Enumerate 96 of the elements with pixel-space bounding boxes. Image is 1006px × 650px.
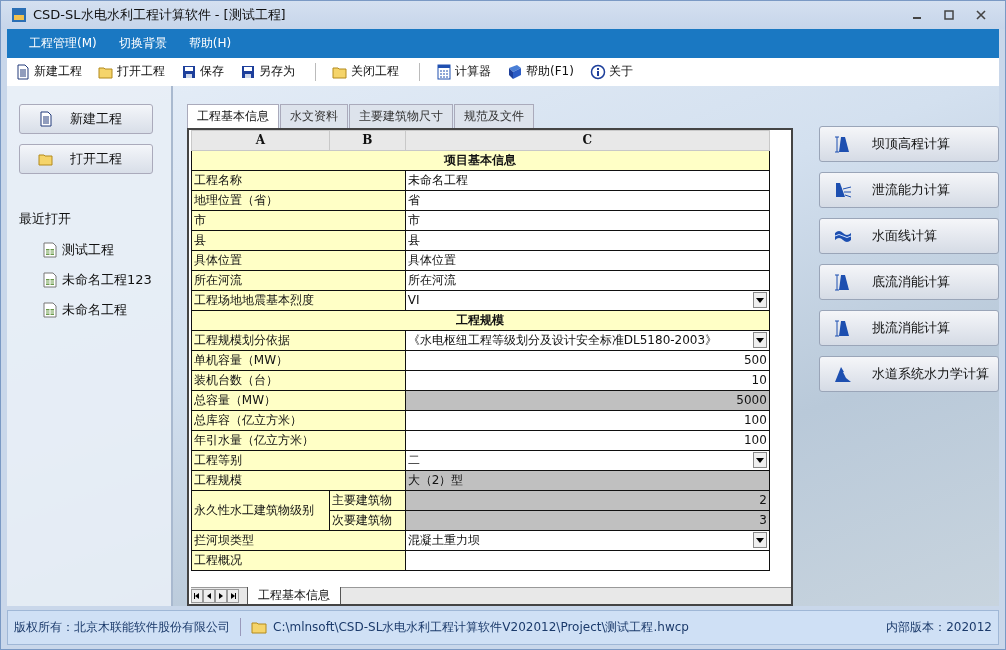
sheet-tab[interactable]: 工程基本信息 (246, 587, 341, 605)
folder-icon (251, 620, 267, 635)
table-cell: 所在河流 (191, 270, 406, 291)
table-cell[interactable]: 2 (405, 490, 770, 511)
table-cell[interactable]: 3 (405, 510, 770, 531)
toolbar-button[interactable]: 帮助(F1) (501, 61, 580, 83)
table-cell: 工程名称 (191, 170, 406, 191)
table-cell[interactable]: 5000 (405, 390, 770, 411)
table-cell: 总容量（MW） (191, 390, 406, 411)
table-cell[interactable]: 100 (405, 410, 770, 431)
dropdown-cell[interactable]: VI (405, 290, 770, 311)
file-path: C:\mlnsoft\CSD-SL水电水利工程计算软件V202012\Project\测试工程.hwcp (273, 618, 690, 636)
tab[interactable]: 主要建筑物尺寸 (348, 103, 453, 128)
table-cell: 市 (191, 210, 406, 231)
table-cell: 工程概况 (191, 550, 406, 571)
table-cell: 工程等别 (191, 450, 406, 471)
tab[interactable]: 规范及文件 (453, 103, 534, 128)
section-header: 工程规模 (191, 310, 770, 331)
calculation-button[interactable]: 底流消能计算 (819, 263, 999, 300)
app-icon (11, 6, 27, 23)
close-icon[interactable] (975, 8, 987, 21)
toolbar-button[interactable]: 新建工程 (9, 61, 88, 83)
recent-heading: 最近打开 (19, 209, 72, 228)
table-cell: 工程场地地震基本烈度 (191, 290, 406, 311)
sidebar-button[interactable]: 新建工程 (19, 103, 153, 134)
calculation-button[interactable]: 水面线计算 (819, 217, 999, 254)
table-cell: 工程规模划分依据 (191, 330, 406, 351)
menu-item[interactable]: 切换背景 (110, 32, 175, 54)
recent-file-item[interactable]: 未命名工程123 (43, 271, 171, 288)
table-cell[interactable] (405, 550, 770, 571)
sheet-nav-icon[interactable] (214, 588, 227, 603)
table-cell: 工程规模 (191, 470, 406, 491)
sheet-nav-icon[interactable] (190, 588, 203, 603)
save-icon (240, 63, 256, 80)
column-header: C (405, 130, 770, 151)
table-cell[interactable]: 100 (405, 430, 770, 451)
menu-item[interactable]: 帮助(H) (180, 32, 240, 54)
sheet-nav-icon[interactable] (202, 588, 215, 603)
table-cell: 年引水量（亿立方米） (191, 430, 406, 451)
column-header: A (191, 130, 330, 151)
spillway-icon (834, 180, 852, 199)
table-cell[interactable]: 10 (405, 370, 770, 391)
spreadsheet-file-icon (43, 241, 57, 258)
table-cell[interactable]: 所在河流 (405, 270, 770, 291)
toolbar-button[interactable]: 保存 (175, 61, 230, 83)
table-cell: 单机容量（MW） (191, 350, 406, 371)
tab[interactable]: 水文资料 (279, 103, 348, 128)
cell-value: 《水电枢纽工程等级划分及设计安全标准DL5180-2003》 (407, 331, 718, 349)
spreadsheet-file-icon (43, 271, 57, 288)
recent-file-item[interactable]: 测试工程 (43, 241, 171, 258)
dropdown-cell[interactable]: 混凝土重力坝 (405, 530, 770, 551)
cell-value: 二 (407, 451, 420, 469)
toolbar-button[interactable]: 关闭工程 (326, 61, 405, 83)
menu-item[interactable]: 工程管理(M) (21, 32, 105, 54)
tab[interactable]: 工程基本信息 (186, 103, 279, 128)
info-icon (589, 63, 606, 80)
dropdown-cell[interactable]: 《水电枢纽工程等级划分及设计安全标准DL5180-2003》 (405, 330, 770, 351)
table-cell[interactable]: 未命名工程 (405, 170, 770, 191)
calculation-button[interactable]: 挑流消能计算 (819, 309, 999, 346)
maximize-icon[interactable] (943, 8, 955, 21)
table-cell: 永久性水工建筑物级别 (191, 490, 330, 531)
table-cell: 装机台数（台） (191, 370, 406, 391)
table-cell[interactable]: 县 (405, 230, 770, 251)
table-cell: 县 (191, 230, 406, 251)
calculator-icon (436, 63, 452, 80)
version-text: 内部版本：202012 (886, 618, 992, 636)
table-cell: 具体位置 (191, 250, 406, 271)
table-cell[interactable]: 大（2）型 (405, 470, 770, 491)
toolbar-button[interactable]: 另存为 (234, 61, 301, 83)
table-cell[interactable]: 省 (405, 190, 770, 211)
copyright-text: 版权所有：北京木联能软件股份有限公司 (14, 618, 230, 636)
spreadsheet-file-icon (43, 301, 57, 318)
table-cell[interactable]: 500 (405, 350, 770, 371)
table-cell: 地理位置（省） (191, 190, 406, 211)
document-icon (15, 63, 31, 80)
column-header: B (329, 130, 406, 151)
table-cell[interactable]: 具体位置 (405, 250, 770, 271)
cell-value: 混凝土重力坝 (407, 531, 480, 549)
toolbar-button[interactable]: 计算器 (430, 61, 497, 83)
sheet-nav-icon[interactable] (226, 588, 239, 603)
dropdown-cell[interactable]: 二 (405, 450, 770, 471)
toolbar-button[interactable]: 关于 (583, 61, 639, 83)
table-cell: 总库容（亿立方米） (191, 410, 406, 431)
toolbar-button[interactable]: 打开工程 (92, 61, 171, 83)
save-icon (181, 63, 197, 80)
calculation-button[interactable]: 坝顶高程计算 (819, 125, 999, 162)
document-icon (38, 110, 54, 127)
table-cell[interactable]: 市 (405, 210, 770, 231)
window-title: CSD-SL水电水利工程计算软件 - [测试工程] (33, 5, 287, 24)
cell-value: VI (407, 293, 420, 308)
table-cell: 拦河坝类型 (191, 530, 406, 551)
calculation-button[interactable]: 水道系统水力学计算 (819, 355, 999, 392)
recent-file-item[interactable]: 未命名工程 (43, 301, 171, 318)
section-header: 项目基本信息 (191, 150, 770, 171)
calculation-button[interactable]: 泄流能力计算 (819, 171, 999, 208)
sidebar-button[interactable]: 打开工程 (19, 143, 153, 174)
